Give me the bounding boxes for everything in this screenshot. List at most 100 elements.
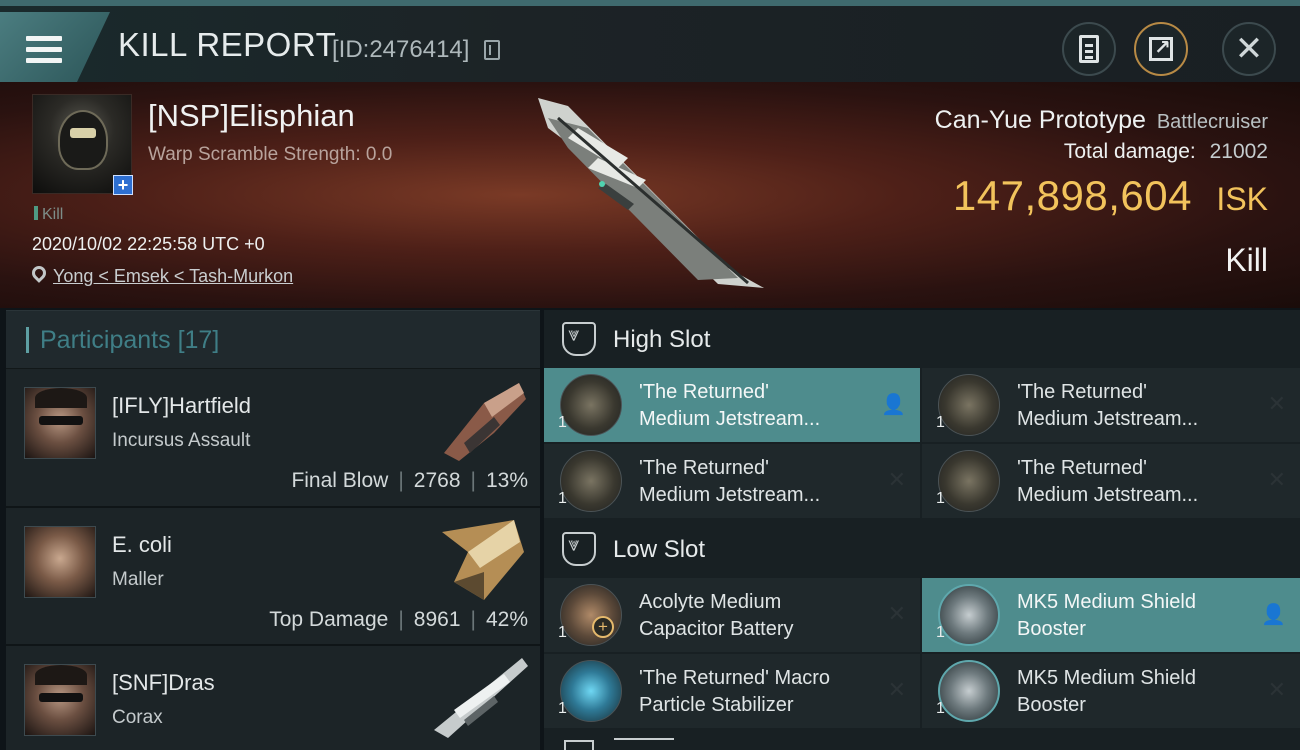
shield-booster-icon: [938, 660, 1000, 722]
module-row: 1 'The Returned' Medium Jetstream... ✕ 1 …: [544, 444, 1300, 520]
participant-percent: 13%: [485, 469, 528, 492]
module-item[interactable]: + 1 Acolyte Medium Capacitor Battery ✕: [544, 578, 920, 652]
low-slot-title: Low Slot: [613, 536, 706, 563]
close-button[interactable]: ✕: [1222, 22, 1276, 76]
kill-datetime: 2020/10/02 22:25:58 UTC +0: [32, 234, 265, 254]
location-pin-icon: [29, 263, 49, 283]
destroyed-icon: ✕: [1267, 678, 1286, 703]
participant-ship: Incursus Assault: [112, 430, 251, 451]
report-id: [ID:2476414]: [332, 36, 470, 63]
participants-panel: Participants [17] [IFLY]Hartfield Incurs…: [6, 310, 540, 750]
destroyed-icon: ✕: [887, 468, 906, 493]
next-slot-header: [544, 734, 1300, 750]
copy-icon[interactable]: [484, 40, 500, 60]
module-quantity: 1: [558, 700, 567, 717]
clipboard-icon: [1079, 35, 1099, 63]
module-icon: [560, 450, 622, 512]
participant-tag: Top Damage: [269, 608, 389, 631]
victim-name[interactable]: [NSP]Elisphian: [148, 98, 355, 134]
dropped-person-icon: 👤: [1261, 602, 1286, 626]
module-icon: [560, 374, 622, 436]
module-item[interactable]: 1 'The Returned' Medium Jetstream... ✕: [922, 444, 1300, 518]
shield-booster-icon: [938, 584, 1000, 646]
low-slot-header: Low Slot: [544, 520, 1300, 578]
isk-currency: ISK: [1216, 181, 1268, 217]
module-item[interactable]: 1 MK5 Medium Shield Booster 👤: [922, 578, 1300, 652]
participant-ship-image: [444, 383, 526, 461]
add-contact-icon[interactable]: +: [113, 175, 133, 195]
plus-icon: +: [592, 616, 614, 638]
module-name: 'The Returned' Macro Particle Stabilizer: [639, 667, 831, 716]
page-title: KILL REPORT: [118, 26, 337, 63]
total-damage-value: 21002: [1209, 140, 1268, 163]
module-name: Acolyte Medium Capacitor Battery: [639, 591, 794, 640]
module-row: + 1 Acolyte Medium Capacitor Battery ✕ 1 …: [544, 578, 1300, 654]
participant-row[interactable]: [SNF]Dras Corax: [6, 644, 540, 750]
module-name: 'The Returned' Medium Jetstream...: [639, 457, 821, 506]
participant-damage: 8961: [413, 608, 461, 631]
module-quantity: 1: [936, 700, 945, 717]
module-name: MK5 Medium Shield Booster: [1017, 591, 1196, 640]
destroyed-icon: ✕: [1267, 468, 1286, 493]
menu-button[interactable]: [0, 12, 110, 82]
warp-scramble-strength: Warp Scramble Strength: 0.0: [148, 144, 393, 165]
participant-ship-image: [434, 658, 528, 738]
module-item[interactable]: 1 'The Returned' Medium Jetstream... 👤: [544, 368, 920, 442]
high-slot-title: High Slot: [613, 326, 711, 353]
module-row: 1 'The Returned' Medium Jetstream... 👤 1 …: [544, 368, 1300, 444]
participant-stats: Final Blow | 2768 | 13%: [291, 469, 528, 492]
participant-damage: 2768: [413, 469, 461, 492]
close-icon: ✕: [1234, 29, 1264, 69]
victim-ship-image: [538, 98, 764, 288]
dropped-person-icon: 👤: [881, 392, 906, 416]
participants-count: [17]: [177, 326, 220, 354]
participant-row[interactable]: E. coli Maller Top Damage | 8961 | 42%: [6, 506, 540, 644]
menu-icon: [26, 36, 62, 64]
isk-value: 147,898,604 ISK: [953, 172, 1268, 220]
module-item[interactable]: 1 MK5 Medium Shield Booster ✕: [922, 654, 1300, 728]
share-icon: [1149, 35, 1173, 61]
participant-name: [IFLY]Hartfield: [112, 393, 251, 418]
result-label: Kill: [1225, 242, 1268, 278]
participant-name: E. coli: [112, 532, 172, 557]
destroyed-icon: ✕: [887, 678, 906, 703]
module-item[interactable]: 1 'The Returned' Medium Jetstream... ✕: [922, 368, 1300, 442]
module-quantity: 1: [936, 624, 945, 641]
capacitor-battery-icon: [560, 584, 622, 646]
module-quantity: 1: [936, 414, 945, 431]
participant-ship-image: [442, 520, 524, 600]
module-name: MK5 Medium Shield Booster: [1017, 667, 1196, 716]
high-slot-icon: [562, 322, 596, 356]
module-name: 'The Returned' Medium Jetstream...: [1017, 381, 1199, 430]
module-item[interactable]: 1 'The Returned' Macro Particle Stabilize…: [544, 654, 920, 728]
ship-class: Battlecruiser: [1156, 111, 1268, 133]
high-slot-header: High Slot: [544, 310, 1300, 368]
module-item[interactable]: 1 'The Returned' Medium Jetstream... ✕: [544, 444, 920, 518]
clipboard-button[interactable]: [1062, 22, 1116, 76]
total-damage: Total damage: 21002: [1064, 140, 1268, 164]
participant-avatar[interactable]: [24, 664, 96, 736]
participant-stats: Top Damage | 8961 | 42%: [269, 608, 528, 631]
participant-row[interactable]: [IFLY]Hartfield Incursus Assault Final B…: [6, 368, 540, 506]
share-button[interactable]: [1134, 22, 1188, 76]
participant-tag: Final Blow: [291, 469, 389, 492]
module-icon: [938, 374, 1000, 436]
location-link[interactable]: Yong < Emsek < Tash-Murkon: [53, 266, 293, 287]
module-name: 'The Returned' Medium Jetstream...: [639, 381, 821, 430]
module-quantity: 1: [558, 490, 567, 507]
participant-ship: Corax: [112, 707, 163, 728]
fitting-panel: High Slot 1 'The Returned'Medium Jetstre…: [544, 310, 1300, 750]
participant-ship: Maller: [112, 569, 164, 590]
victim-summary: + [NSP]Elisphian Warp Scramble Strength:…: [0, 82, 1300, 308]
module-row: 1 'The Returned' Macro Particle Stabilize…: [544, 654, 1300, 730]
isk-amount: 147,898,604: [952, 172, 1192, 219]
destroyed-icon: ✕: [1267, 392, 1286, 417]
participant-avatar[interactable]: [24, 387, 96, 459]
ship-name[interactable]: Can-Yue Prototype: [935, 106, 1146, 134]
ship-info: Can-Yue Prototype Battlecruiser: [935, 106, 1268, 135]
participants-header[interactable]: Participants [17]: [6, 310, 540, 368]
kill-tag: Kill: [34, 206, 63, 224]
destroyed-icon: ✕: [887, 602, 906, 627]
module-icon: [938, 450, 1000, 512]
participant-avatar[interactable]: [24, 526, 96, 598]
